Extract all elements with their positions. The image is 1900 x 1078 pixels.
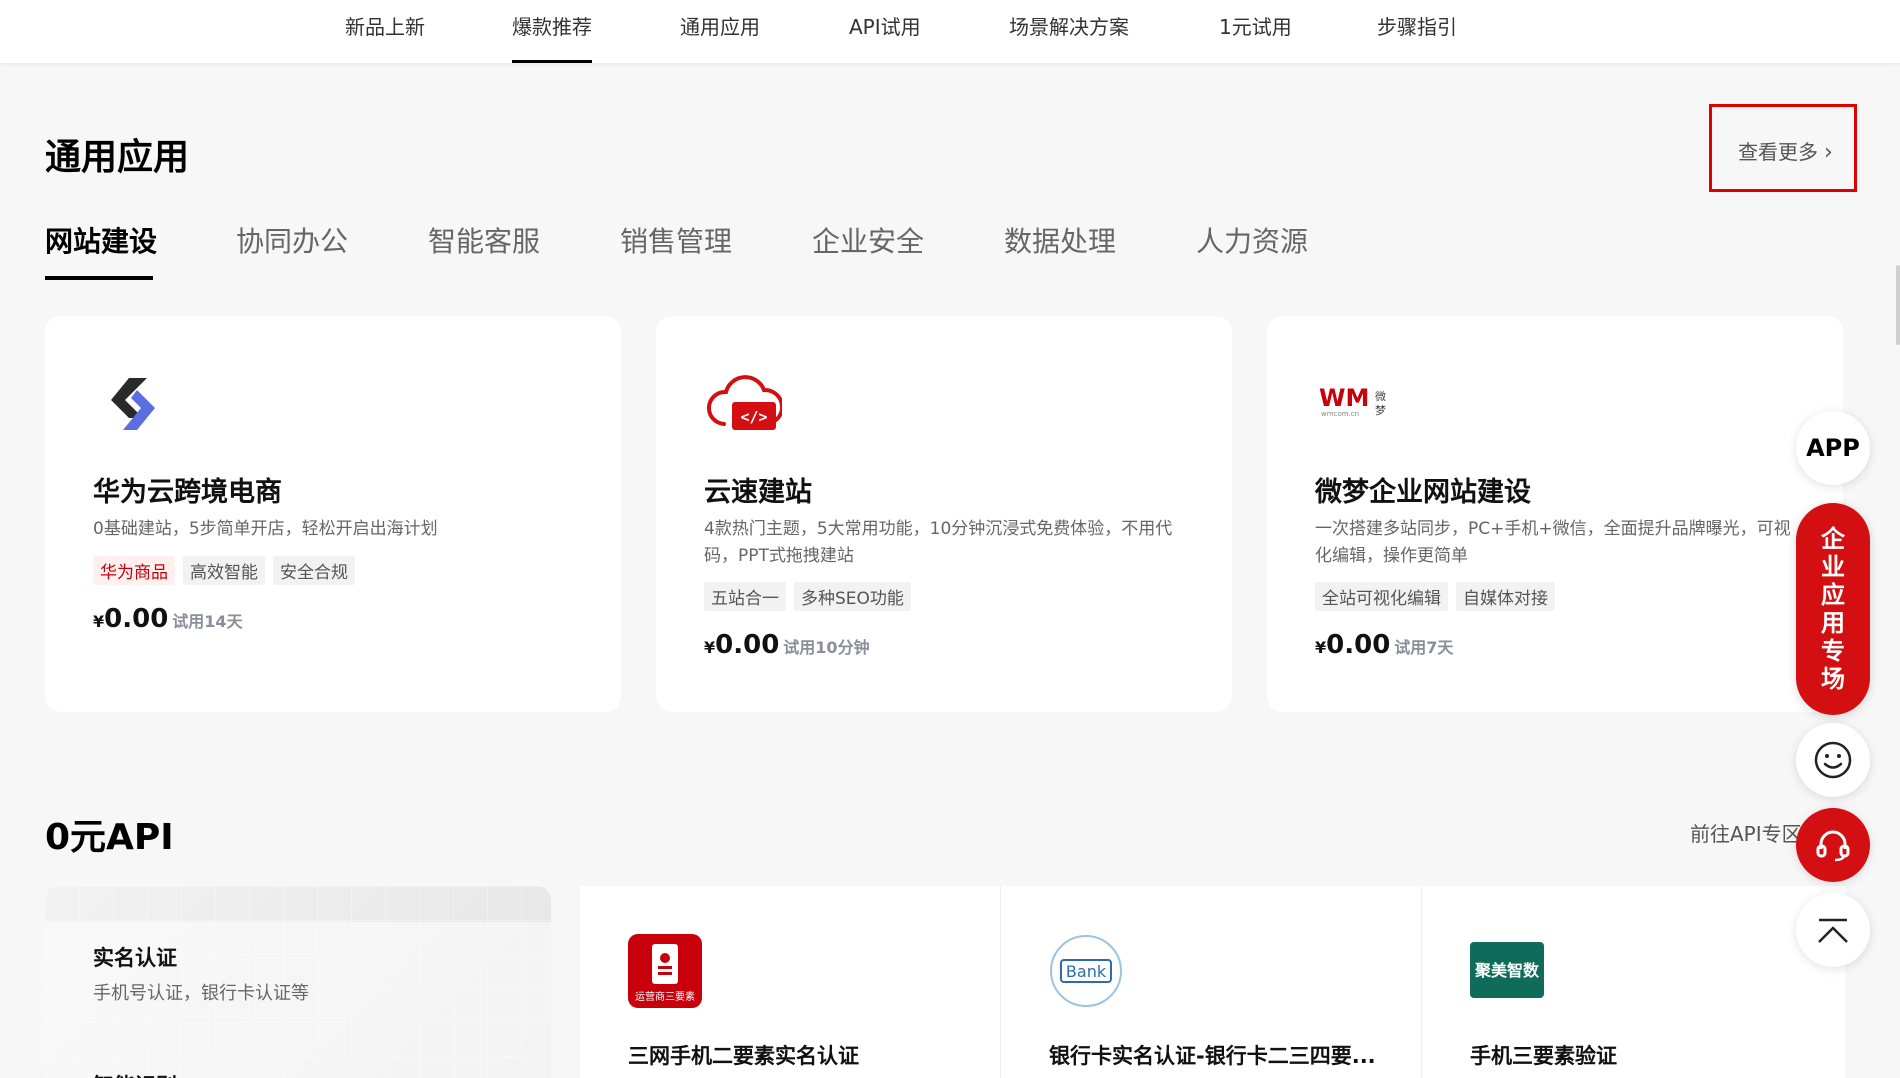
- cloud-code-logo-icon: </>: [706, 366, 784, 442]
- product-card[interactable]: WM 微 梦 wmcom.cn 微梦企业网站建设 一次搭建多站同步，PC+手机+…: [1267, 316, 1843, 712]
- smiley-icon: [1814, 741, 1852, 779]
- wm-weimeng-logo-icon: WM 微 梦 wmcom.cn: [1317, 366, 1393, 442]
- huawei-cloud-s-logo-icon: [95, 366, 171, 442]
- price-value: 0.00: [1326, 630, 1391, 660]
- price-value: 0.00: [104, 604, 169, 634]
- api-item-name: 银行卡实名认证-银行卡二三四要...: [1049, 1044, 1376, 1068]
- api-category-subtitle: 手机号认证，银行卡认证等: [93, 983, 309, 1004]
- svg-text:梦: 梦: [1375, 404, 1386, 417]
- currency-symbol: ¥: [93, 612, 105, 631]
- tab-collaboration[interactable]: 协同办公: [236, 220, 348, 260]
- section-title: 通用应用: [45, 137, 190, 178]
- product-price: ¥ 0.00 试用14天: [93, 604, 243, 634]
- active-tab-indicator: [45, 276, 153, 280]
- tag: 多种SEO功能: [794, 582, 911, 611]
- product-desc: 4款热门主题，5大常用功能，10分钟沉浸式免费体验，不用代码，PPT式拖拽建站: [704, 519, 1173, 566]
- api-zone-link[interactable]: 前往API专区: [1690, 818, 1802, 847]
- svg-text:微: 微: [1375, 389, 1386, 403]
- nav-item-guide[interactable]: 步骤指引: [1377, 0, 1457, 63]
- product-name: 华为云跨境电商: [93, 477, 282, 508]
- api-item-card[interactable]: 聚美智数 手机三要素验证: [1422, 886, 1845, 1078]
- promo-char: 业: [1821, 553, 1845, 581]
- tag: 华为商品: [93, 556, 175, 585]
- tag: 安全合规: [273, 556, 355, 585]
- svg-text:wmcom.cn: wmcom.cn: [1321, 410, 1359, 418]
- product-desc: 0基础建站，5步简单开店，轻松开启出海计划: [93, 519, 438, 539]
- enterprise-apps-promo-button[interactable]: 企 业 应 用 专 场: [1796, 503, 1870, 715]
- product-card[interactable]: </> 云速建站 4款热门主题，5大常用功能，10分钟沉浸式免费体验，不用代码，…: [656, 316, 1232, 712]
- headset-icon: [1816, 830, 1850, 862]
- icon-caption: Bank: [1066, 962, 1107, 981]
- product-name: 云速建站: [704, 477, 812, 508]
- trial-period: 试用10分钟: [783, 638, 870, 657]
- trial-period: 试用14天: [172, 612, 243, 631]
- api-item-card[interactable]: 运营商三要素 三网手机二要素实名认证: [580, 886, 1000, 1078]
- tab-hr[interactable]: 人力资源: [1196, 220, 1308, 260]
- top-nav: 新品上新 爆款推荐 通用应用 API试用 场景解决方案 1元试用 步骤指引: [0, 0, 1900, 63]
- tab-website[interactable]: 网站建设: [45, 220, 157, 260]
- tab-data[interactable]: 数据处理: [1004, 220, 1116, 260]
- nav-item-solutions[interactable]: 场景解决方案: [1009, 0, 1129, 63]
- icon-caption: 运营商三要素: [635, 990, 695, 1003]
- tab-security[interactable]: 企业安全: [812, 220, 924, 260]
- svg-text:</>: </>: [740, 408, 767, 426]
- api-category-title[interactable]: 实名认证: [93, 942, 177, 972]
- api-item-name: 三网手机二要素实名认证: [628, 1044, 859, 1068]
- chevron-right-icon: ›: [1824, 140, 1833, 165]
- product-name: 微梦企业网站建设: [1315, 477, 1531, 508]
- currency-symbol: ¥: [704, 638, 716, 657]
- nav-item-hot[interactable]: 爆款推荐: [512, 0, 592, 63]
- price-value: 0.00: [715, 630, 780, 660]
- promo-char: 场: [1821, 665, 1845, 693]
- product-price: ¥ 0.00 试用10分钟: [704, 630, 870, 660]
- tag: 自媒体对接: [1456, 582, 1555, 611]
- icon-caption: 聚美智数: [1474, 961, 1540, 980]
- feedback-button[interactable]: [1796, 723, 1870, 797]
- back-to-top-button[interactable]: [1796, 893, 1870, 967]
- api-item-name: 手机三要素验证: [1470, 1044, 1617, 1068]
- product-tags: 五站合一 多种SEO功能: [704, 582, 911, 611]
- view-more-link[interactable]: 查看更多 ›: [1738, 136, 1833, 165]
- promo-char: 专: [1821, 637, 1845, 665]
- app-download-button[interactable]: APP: [1796, 411, 1870, 485]
- api-item-card[interactable]: Bank 银行卡实名认证-银行卡二三四要...: [1001, 886, 1421, 1078]
- tab-sales[interactable]: 销售管理: [620, 220, 732, 260]
- nav-item-one-yuan[interactable]: 1元试用: [1219, 0, 1292, 63]
- tab-customer-service[interactable]: 智能客服: [428, 220, 540, 260]
- promo-char: 企: [1821, 525, 1845, 553]
- product-tags: 华为商品 高效智能 安全合规: [93, 556, 355, 585]
- api-category-next-title[interactable]: 智能识别: [93, 1070, 177, 1078]
- nav-item-new[interactable]: 新品上新: [345, 0, 425, 63]
- nav-item-general-apps[interactable]: 通用应用: [680, 0, 760, 63]
- arrow-up-icon: [1818, 918, 1848, 943]
- product-tags: 全站可视化编辑 自媒体对接: [1315, 582, 1555, 611]
- promo-char: 用: [1821, 609, 1845, 637]
- product-price: ¥ 0.00 试用7天: [1315, 630, 1453, 660]
- product-desc: 一次搭建多站同步，PC+手机+微信，全面提升品牌曝光，可视化编辑，操作更简单: [1315, 519, 1791, 566]
- tag: 五站合一: [704, 582, 786, 611]
- operator-three-factor-icon: 运营商三要素: [628, 934, 702, 1008]
- view-more-label: 查看更多: [1738, 140, 1818, 164]
- promo-char: 应: [1821, 581, 1845, 609]
- trial-period: 试用7天: [1394, 638, 1454, 657]
- svg-text:WM: WM: [1319, 384, 1369, 412]
- tag: 全站可视化编辑: [1315, 582, 1448, 611]
- bank-icon: Bank: [1049, 934, 1123, 1008]
- api-section-title: 0元API: [45, 817, 174, 858]
- nav-item-api-trial[interactable]: API试用: [849, 0, 921, 63]
- product-card[interactable]: 华为云跨境电商 0基础建站，5步简单开店，轻松开启出海计划 华为商品 高效智能 …: [45, 316, 621, 712]
- currency-symbol: ¥: [1315, 638, 1327, 657]
- tag: 高效智能: [183, 556, 265, 585]
- customer-support-button[interactable]: [1796, 808, 1870, 882]
- page-scrollbar[interactable]: [1896, 265, 1900, 345]
- jumei-zhishu-icon: 聚美智数: [1470, 934, 1544, 1008]
- api-category-panel: 实名认证 手机号认证，银行卡认证等 智能识别: [45, 886, 551, 1078]
